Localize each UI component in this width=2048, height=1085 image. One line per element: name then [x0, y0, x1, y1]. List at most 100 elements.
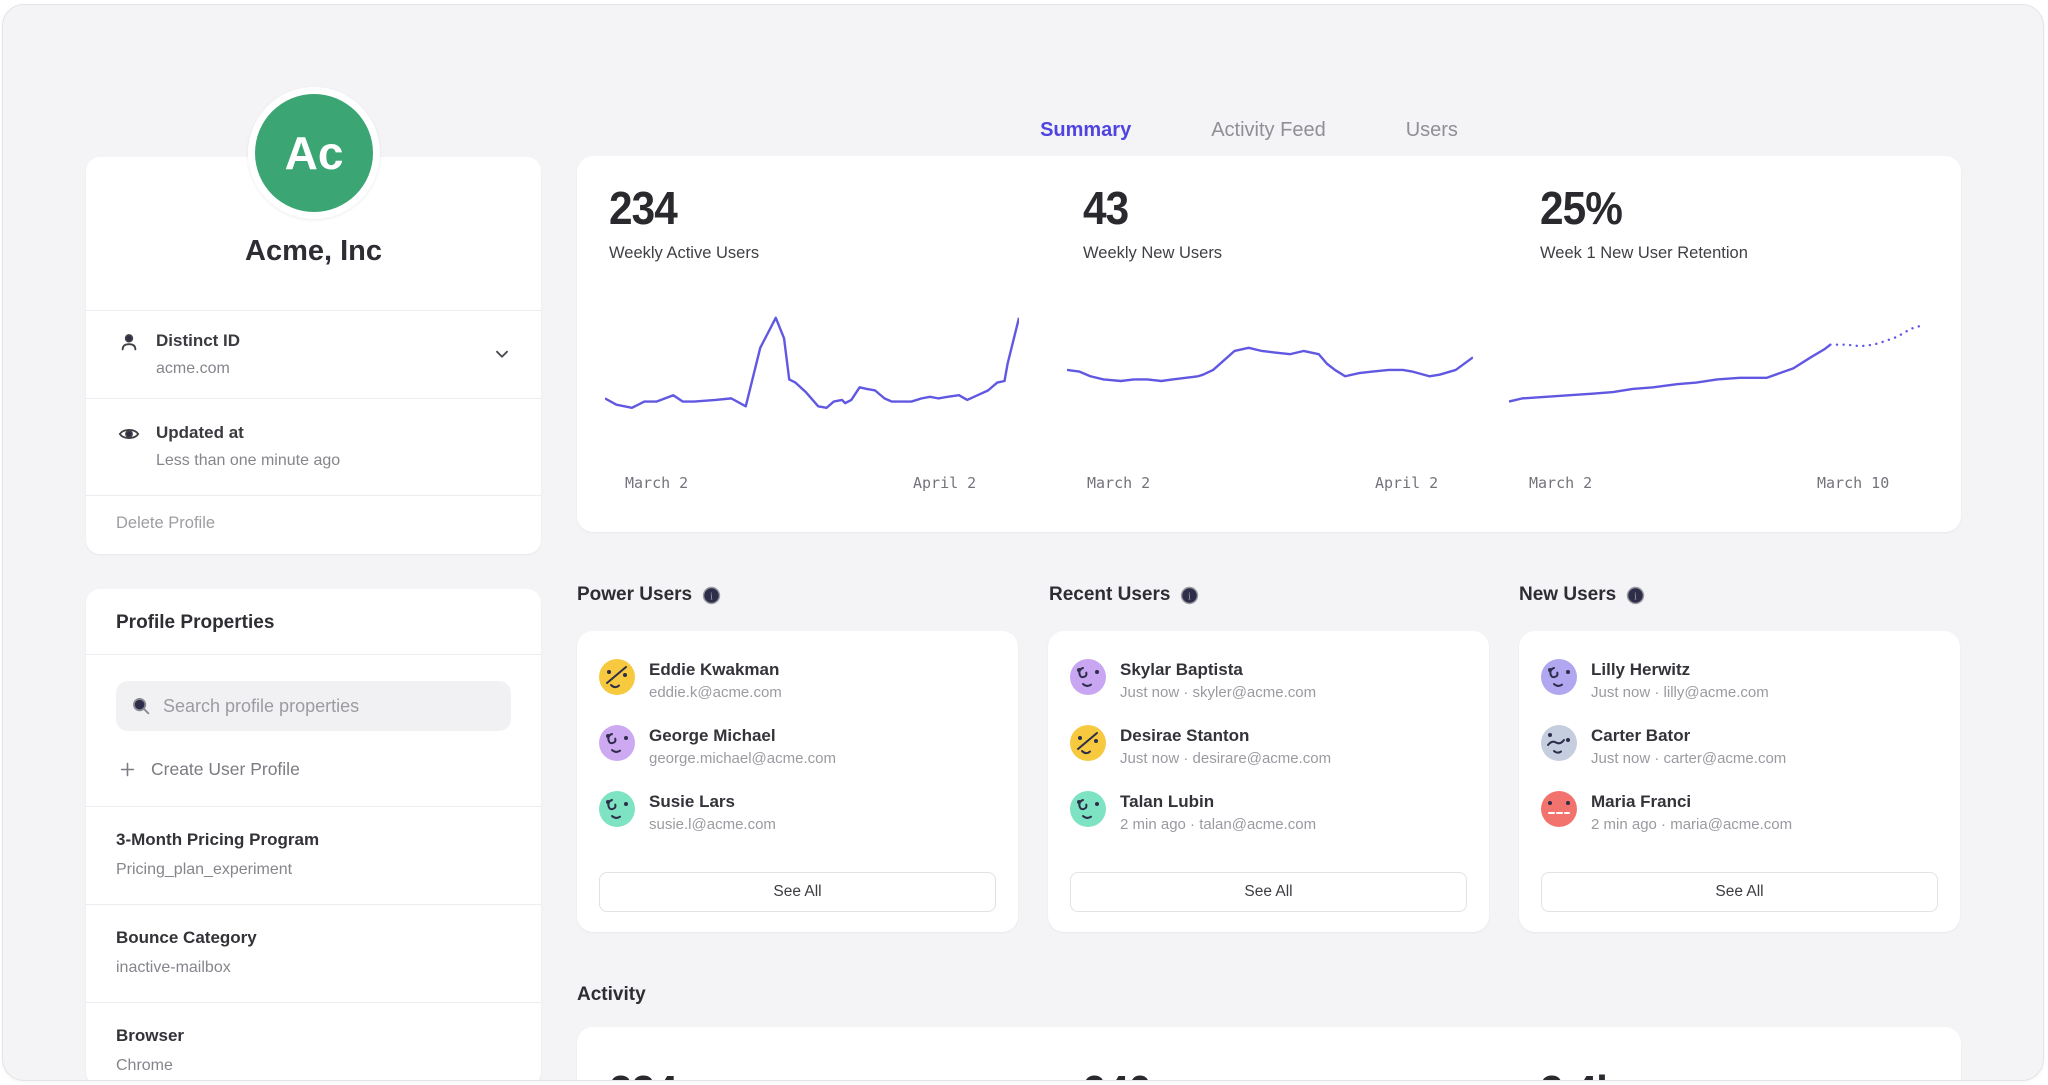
property-name: 3-Month Pricing Program — [116, 829, 511, 851]
stat-weekly-new-users: 43 Weekly New Users — [1083, 186, 1222, 263]
svg-text:i: i — [1189, 591, 1192, 602]
user-detail: Just now · skyler@acme.com — [1120, 684, 1316, 702]
chart-week1-retention: March 2 March 10 — [1509, 302, 1921, 502]
stat-value: 234 — [609, 1070, 677, 1081]
updated-at-value: Less than one minute ago — [156, 451, 340, 470]
user-row[interactable]: circle{fill:#2e2e4a}.s{fill:none;stroke:… — [1048, 659, 1489, 725]
stat-weekly-active-users: 234 Weekly Active Users — [609, 186, 759, 263]
user-detail: 2 min ago · maria@acme.com — [1591, 816, 1792, 834]
user-name: Talan Lubin — [1120, 791, 1316, 812]
user-row[interactable]: circle{fill:#2e2e4a}.s{fill:none;stroke:… — [1519, 659, 1960, 725]
updated-at-label: Updated at — [156, 423, 340, 443]
activity-stat: 3.4k — [1540, 1070, 1626, 1081]
user-detail: 2 min ago · talan@acme.com — [1120, 816, 1316, 834]
section-title: Power Users — [577, 584, 692, 606]
line-chart — [1067, 302, 1473, 460]
x-axis-tick: April 2 — [1375, 474, 1438, 492]
user-name: Eddie Kwakman — [649, 659, 782, 680]
user-row[interactable]: circle{fill:#2e2e4a}.s{fill:none;stroke:… — [1048, 791, 1489, 857]
user-name: Susie Lars — [649, 791, 776, 812]
user-row[interactable]: circle{fill:#2e2e4a}.s{fill:none;stroke:… — [1519, 725, 1960, 791]
property-value: Chrome — [116, 1056, 511, 1076]
user-row[interactable]: circle{fill:#2e2e4a}.s{fill:none;stroke:… — [577, 725, 1018, 791]
company-avatar-initials: Ac — [255, 94, 373, 212]
user-avatar: circle{fill:#2e2e4a}.s{fill:none;stroke:… — [1070, 659, 1106, 695]
info-icon[interactable]: i — [1626, 586, 1645, 605]
line-chart — [605, 302, 1019, 460]
chevron-down-icon[interactable] — [491, 343, 513, 365]
tab-bar: Summary Activity Feed Users — [557, 117, 1941, 161]
stat-value: 3.4k — [1540, 1070, 1619, 1081]
user-avatar: circle{fill:#2e2e4a}.s{fill:none;stroke:… — [1070, 725, 1106, 761]
info-icon[interactable]: i — [702, 586, 721, 605]
tab-summary[interactable]: Summary — [1040, 117, 1131, 161]
stat-week1-retention: 25% Week 1 New User Retention — [1540, 186, 1748, 263]
search-input[interactable] — [163, 696, 497, 717]
new-users-card: circle{fill:#2e2e4a}.s{fill:none;stroke:… — [1519, 631, 1960, 932]
user-avatar: circle{fill:#2e2e4a}.s{fill:none;stroke:… — [1070, 791, 1106, 827]
stat-value: 940 — [1083, 1070, 1151, 1081]
svg-text:i: i — [710, 591, 713, 602]
line-chart — [1509, 302, 1921, 460]
power-users-header: Power Users i — [577, 584, 721, 606]
x-axis-tick: March 2 — [1087, 474, 1150, 492]
updated-at-row: Updated at Less than one minute ago — [86, 399, 541, 496]
profile-properties-card: Profile Properties Create User Profile 3… — [86, 589, 541, 1081]
user-detail: george.michael@acme.com — [649, 750, 836, 768]
user-detail: eddie.k@acme.com — [649, 684, 782, 702]
chart-weekly-active-users: March 2 April 2 — [605, 302, 1019, 502]
user-row[interactable]: circle{fill:#2e2e4a}.s{fill:none;stroke:… — [1519, 791, 1960, 857]
user-name: Carter Bator — [1591, 725, 1786, 746]
profile-properties-search[interactable] — [116, 681, 511, 731]
x-axis-tick: March 2 — [625, 474, 688, 492]
tab-users[interactable]: Users — [1406, 117, 1458, 161]
company-avatar: Ac — [248, 87, 380, 219]
user-row[interactable]: circle{fill:#2e2e4a}.s{fill:none;stroke:… — [577, 659, 1018, 725]
property-row-pricing-program[interactable]: 3-Month Pricing Program Pricing_plan_exp… — [86, 806, 541, 904]
create-user-profile-label: Create User Profile — [151, 759, 300, 780]
x-axis-tick: March 10 — [1817, 474, 1889, 492]
section-title: Recent Users — [1049, 584, 1170, 606]
activity-section-title: Activity — [577, 984, 646, 1006]
see-all-button[interactable]: See All — [599, 872, 996, 912]
see-all-button[interactable]: See All — [1070, 872, 1467, 912]
distinct-id-label: Distinct ID — [156, 331, 240, 351]
plus-icon — [118, 760, 137, 779]
summary-stats-card: 234 Weekly Active Users 43 Weekly New Us… — [577, 156, 1961, 532]
user-detail: Just now · carter@acme.com — [1591, 750, 1786, 768]
property-name: Browser — [116, 1025, 511, 1047]
user-avatar: circle{fill:#2e2e4a}.s{fill:none;stroke:… — [1541, 659, 1577, 695]
user-avatar: circle{fill:#2e2e4a}.s{fill:none;stroke:… — [599, 791, 635, 827]
user-row[interactable]: circle{fill:#2e2e4a}.s{fill:none;stroke:… — [577, 791, 1018, 857]
activity-stat: 234 — [609, 1070, 683, 1081]
power-users-card: circle{fill:#2e2e4a}.s{fill:none;stroke:… — [577, 631, 1018, 932]
user-name: Maria Franci — [1591, 791, 1792, 812]
profile-properties-title: Profile Properties — [86, 589, 541, 655]
property-value: inactive-mailbox — [116, 958, 511, 978]
property-row-browser[interactable]: Browser Chrome — [86, 1002, 541, 1081]
property-name: Bounce Category — [116, 927, 511, 949]
distinct-id-value: acme.com — [156, 359, 240, 378]
info-icon[interactable]: i — [1180, 586, 1199, 605]
user-avatar: circle{fill:#2e2e4a}.s{fill:none;stroke:… — [1541, 791, 1577, 827]
user-row[interactable]: circle{fill:#2e2e4a}.s{fill:none;stroke:… — [1048, 725, 1489, 791]
user-detail: Just now · lilly@acme.com — [1591, 684, 1769, 702]
delete-profile-button[interactable]: Delete Profile — [86, 496, 541, 551]
property-row-bounce-category[interactable]: Bounce Category inactive-mailbox — [86, 904, 541, 1002]
stat-label: Weekly New Users — [1083, 244, 1222, 263]
svg-text:i: i — [1634, 591, 1637, 602]
create-user-profile-button[interactable]: Create User Profile — [118, 759, 509, 780]
user-name: Lilly Herwitz — [1591, 659, 1769, 680]
distinct-id-row[interactable]: Distinct ID acme.com — [86, 311, 541, 399]
tab-activity-feed[interactable]: Activity Feed — [1211, 117, 1325, 161]
see-all-button[interactable]: See All — [1541, 872, 1938, 912]
stat-value: 25% — [1540, 186, 1731, 230]
recent-users-header: Recent Users i — [1049, 584, 1199, 606]
user-name: Desirae Stanton — [1120, 725, 1331, 746]
app-frame: Ac Acme, Inc Distinct ID acme.com — [2, 4, 2044, 1081]
x-axis-tick: March 2 — [1529, 474, 1592, 492]
recent-users-card: circle{fill:#2e2e4a}.s{fill:none;stroke:… — [1048, 631, 1489, 932]
stat-value: 234 — [609, 186, 747, 230]
user-avatar: circle{fill:#2e2e4a}.s{fill:none;stroke:… — [599, 725, 635, 761]
user-name: Skylar Baptista — [1120, 659, 1316, 680]
